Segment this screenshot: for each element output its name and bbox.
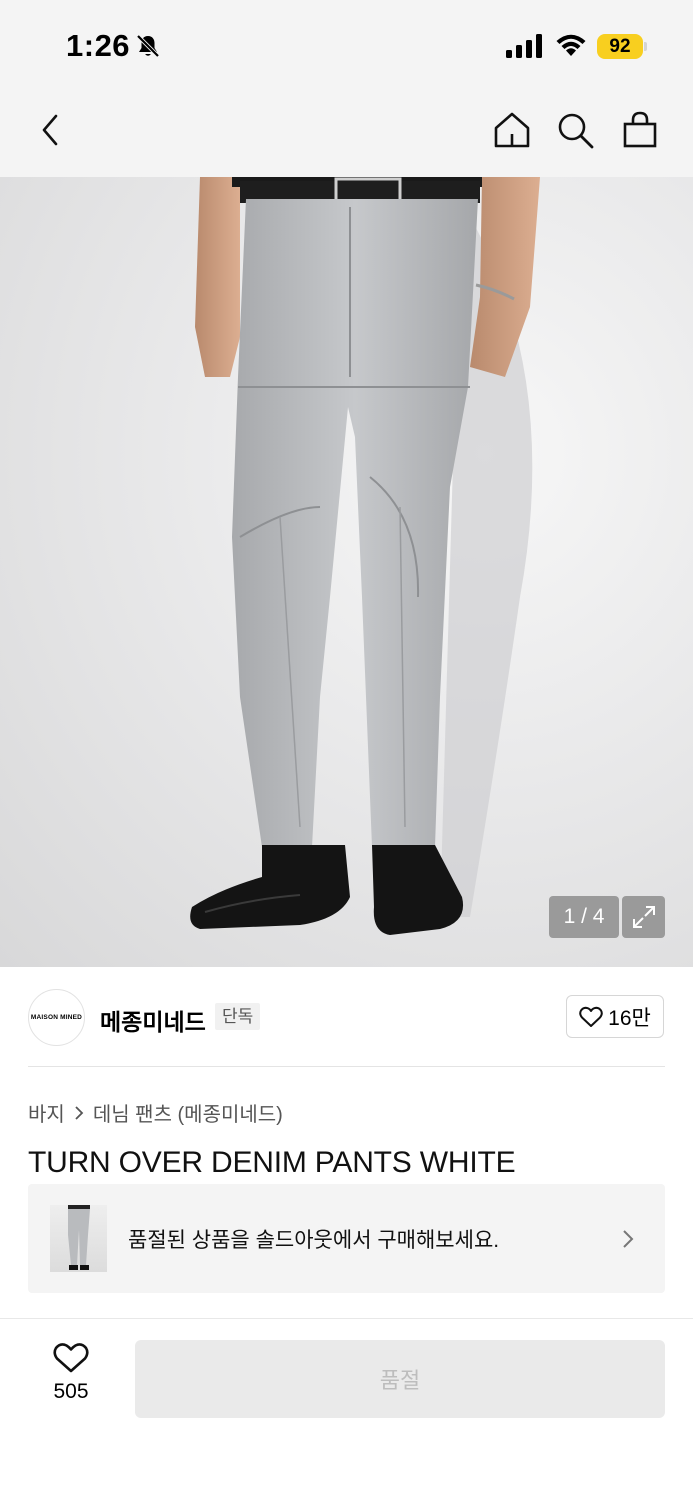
top-nav-bar: [0, 90, 693, 177]
soldout-thumbnail: [50, 1205, 107, 1272]
cart-button[interactable]: [618, 108, 662, 152]
image-counter: 1 / 4: [549, 896, 619, 938]
status-bar: 1:26 92: [0, 0, 693, 90]
wifi-icon: [556, 34, 586, 56]
brand-like-count: 16만: [608, 1006, 651, 1030]
search-icon: [558, 113, 594, 149]
wishlist-button[interactable]: 505: [36, 1342, 106, 1417]
breadcrumb: 바지 데님 팬츠 (메종미네드): [28, 1098, 283, 1127]
product-image[interactable]: [0, 177, 693, 967]
expand-image-button[interactable]: [622, 896, 665, 938]
brand-like-button[interactable]: 16만: [566, 995, 664, 1038]
brand-row: MAISON MINED 메종미네드 단독 16만: [0, 967, 693, 1067]
thumbnail-image: [68, 1205, 90, 1270]
back-button[interactable]: [28, 108, 72, 152]
soldout-button: 품절: [135, 1340, 665, 1418]
breadcrumb-chevron-icon: [75, 1105, 84, 1120]
battery-indicator: 92: [597, 34, 643, 59]
soldout-banner-text: 품절된 상품을 솔드아웃에서 구매해보세요.: [128, 1229, 500, 1252]
product-detail-page: 1:26 92 1 / 4 MAISON MINED 메종미네드 단독 16만 …: [0, 0, 693, 1500]
breadcrumb-subcategory[interactable]: 데님 팬츠 (메종미네드): [93, 1098, 283, 1127]
product-title: TURN OVER DENIM PANTS WHITE: [28, 1146, 516, 1179]
home-icon: [494, 112, 530, 148]
heart-icon: [53, 1343, 89, 1373]
product-photo: [190, 177, 540, 935]
heart-icon: [579, 1006, 603, 1027]
wishlist-count: 505: [53, 1380, 89, 1403]
status-time: 1:26: [66, 28, 131, 63]
home-button[interactable]: [490, 108, 534, 152]
chevron-right-icon: [623, 1230, 634, 1248]
expand-icon: [632, 906, 655, 928]
search-button[interactable]: [553, 108, 597, 152]
back-chevron-icon: [42, 114, 58, 146]
bottom-bar-divider: [0, 1318, 693, 1319]
soldout-banner[interactable]: 품절된 상품을 솔드아웃에서 구매해보세요.: [28, 1184, 665, 1293]
battery-tip: [644, 42, 647, 51]
bell-slash-icon: [136, 34, 160, 58]
exclusive-badge: 단독: [215, 1003, 261, 1030]
shopping-bag-icon: [623, 111, 657, 148]
brand-name[interactable]: 메종미네드: [100, 1003, 206, 1037]
cellular-signal-icon: [506, 34, 542, 58]
divider: [28, 1066, 665, 1067]
brand-logo-text: MAISON MINED: [30, 1014, 83, 1021]
brand-logo[interactable]: MAISON MINED: [28, 989, 85, 1046]
breadcrumb-category[interactable]: 바지: [28, 1098, 65, 1127]
